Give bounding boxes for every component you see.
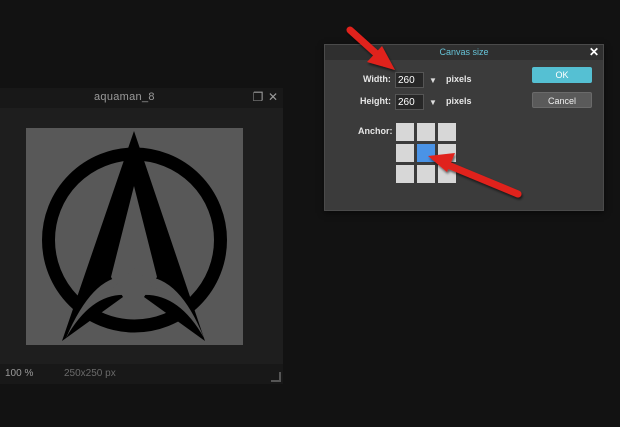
canvas-size-dialog: Canvas size ✕ Width: 260 ▼ pixels Height… xyxy=(324,44,604,211)
anchor-center[interactable] xyxy=(417,144,435,162)
width-unit: pixels xyxy=(446,74,472,84)
width-input[interactable]: 260 xyxy=(395,72,424,88)
dialog-titlebar[interactable]: Canvas size ✕ xyxy=(325,45,603,60)
document-statusbar: 100 % 250x250 px xyxy=(0,366,283,384)
dialog-title: Canvas size xyxy=(439,47,489,57)
height-unit: pixels xyxy=(446,96,472,106)
zoom-readout[interactable]: 100 % xyxy=(5,368,33,379)
anchor-top-right[interactable] xyxy=(438,123,456,141)
height-input[interactable]: 260 xyxy=(395,94,424,110)
anchor-bottom-right[interactable] xyxy=(438,165,456,183)
anchor-middle-left[interactable] xyxy=(396,144,414,162)
document-title: aquaman_8 xyxy=(94,91,155,103)
close-icon[interactable]: ✕ xyxy=(266,90,280,104)
anchor-top-center[interactable] xyxy=(417,123,435,141)
cancel-button[interactable]: Cancel xyxy=(532,92,592,108)
anchor-label: Anchor: xyxy=(358,126,393,136)
anchor-middle-right[interactable] xyxy=(438,144,456,162)
document-titlebar[interactable]: aquaman_8 ❐ ✕ xyxy=(0,88,283,108)
width-label: Width: xyxy=(363,74,391,84)
document-body xyxy=(0,108,283,364)
height-dropdown-icon[interactable]: ▼ xyxy=(429,98,437,107)
anchor-bottom-left[interactable] xyxy=(396,165,414,183)
ok-button[interactable]: OK xyxy=(532,67,592,83)
width-dropdown-icon[interactable]: ▼ xyxy=(429,76,437,85)
anchor-bottom-center[interactable] xyxy=(417,165,435,183)
close-icon[interactable]: ✕ xyxy=(589,45,599,59)
image-canvas[interactable] xyxy=(26,128,243,345)
restore-icon[interactable]: ❐ xyxy=(251,90,265,104)
resize-grip-icon[interactable] xyxy=(271,372,281,382)
height-label: Height: xyxy=(360,96,391,106)
anchor-top-left[interactable] xyxy=(396,123,414,141)
document-window: aquaman_8 ❐ ✕ 100 % 250x250 px xyxy=(0,88,283,384)
image-size-readout: 250x250 px xyxy=(64,368,116,379)
anchor-grid xyxy=(396,123,459,186)
aquaman-logo xyxy=(42,131,227,341)
